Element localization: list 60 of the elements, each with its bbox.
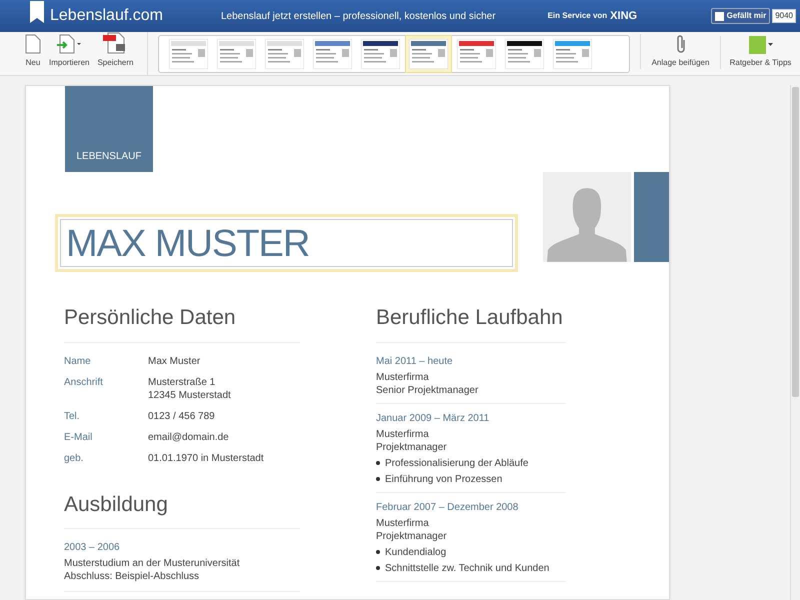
template-preview-drawing xyxy=(264,38,304,68)
section-heading: Persönliche Daten xyxy=(64,302,300,342)
entry-text: Projektmanager xyxy=(376,440,448,454)
section-heading: Ausbildung xyxy=(64,488,300,529)
field-label: geb. xyxy=(64,452,84,464)
field-label: Name xyxy=(64,354,92,368)
field-label: Tel. xyxy=(64,410,81,422)
toolbar-button[interactable]: Importieren xyxy=(46,34,92,69)
bullet-icon xyxy=(376,566,380,570)
field-value: Max Muster xyxy=(148,354,200,368)
tagline: Lebenslauf jetzt erstellen – professionell, kostenlos und sicher xyxy=(220,10,496,24)
facebook-icon xyxy=(714,12,724,20)
field-value: 01.01.1970 in Musterstadt xyxy=(148,452,264,464)
toolbar-button[interactable]: Ratgeber & Tipps xyxy=(720,36,800,69)
bullet-text: Kundendialog xyxy=(385,546,446,558)
entry-text: Musterstudium an der Musteruniversität xyxy=(64,557,241,570)
field-value: Musterstraße 1 12345 Musterstadt xyxy=(148,376,231,402)
entry-date: Januar 2009 – März 2011 xyxy=(376,412,490,424)
template-thumbnail[interactable] xyxy=(404,34,452,72)
field-value: email@domain.de xyxy=(148,430,229,444)
template-preview-drawing xyxy=(360,38,400,68)
entry-date: Februar 2007 – Dezember 2008 xyxy=(376,500,520,514)
template-preview-drawing xyxy=(168,38,208,68)
xing-logo[interactable]: XING xyxy=(610,8,638,24)
entry-text: Projektmanager xyxy=(376,530,448,542)
entry-text: Musterfirma xyxy=(376,428,430,440)
entry-date: Mai 2011 – heute xyxy=(376,354,454,368)
field-value: 0123 / 456 789 xyxy=(148,410,215,422)
bookmark-icon xyxy=(30,1,44,23)
toolbar-button[interactable]: Neu xyxy=(22,34,44,69)
entry-text: Abschluss: Beispiel-Abschluss xyxy=(64,570,200,583)
scrollbar-thumb[interactable] xyxy=(792,87,799,397)
section-heading: Berufliche Laufbahn xyxy=(376,302,566,342)
entry-date: 2003 – 2006 xyxy=(64,541,121,554)
title-label: LEBENSLAUF xyxy=(76,150,142,164)
entry-text: Musterfirma xyxy=(376,370,430,384)
template-preview-drawing xyxy=(504,38,544,68)
like-button[interactable]: Gefällt mir xyxy=(710,8,770,24)
template-preview-drawing xyxy=(216,38,256,68)
template-preview-drawing xyxy=(456,38,496,68)
service-label: Ein Service von xyxy=(548,10,608,22)
template-preview-drawing xyxy=(312,38,352,68)
like-count: 9040 xyxy=(772,9,796,23)
square-dropdown-icon xyxy=(748,36,772,54)
entry-text: Musterfirma xyxy=(376,516,430,530)
toolbar-button[interactable]: Anlage beifügen xyxy=(640,34,720,69)
bullet-text: Professionalisierung der Abläufe xyxy=(385,456,528,470)
template-preview-drawing xyxy=(552,38,592,68)
entry-text: Senior Projektmanager xyxy=(376,384,480,396)
field-label: E-Mail xyxy=(64,430,94,444)
bullet-icon xyxy=(376,461,380,465)
bullet-icon xyxy=(376,550,380,554)
bullet-text: Schnittstelle zw. Technik und Kunden xyxy=(385,562,550,574)
template-preview-drawing xyxy=(408,38,448,68)
toolbar-button[interactable]: Speichern xyxy=(94,32,136,69)
field-label: Anschrift xyxy=(64,376,104,390)
bullet-icon xyxy=(376,477,380,481)
scrollbar[interactable] xyxy=(790,85,800,600)
site-logo[interactable]: Lebenslauf.com xyxy=(50,4,163,28)
bullet-text: Einführung von Prozessen xyxy=(385,472,502,486)
